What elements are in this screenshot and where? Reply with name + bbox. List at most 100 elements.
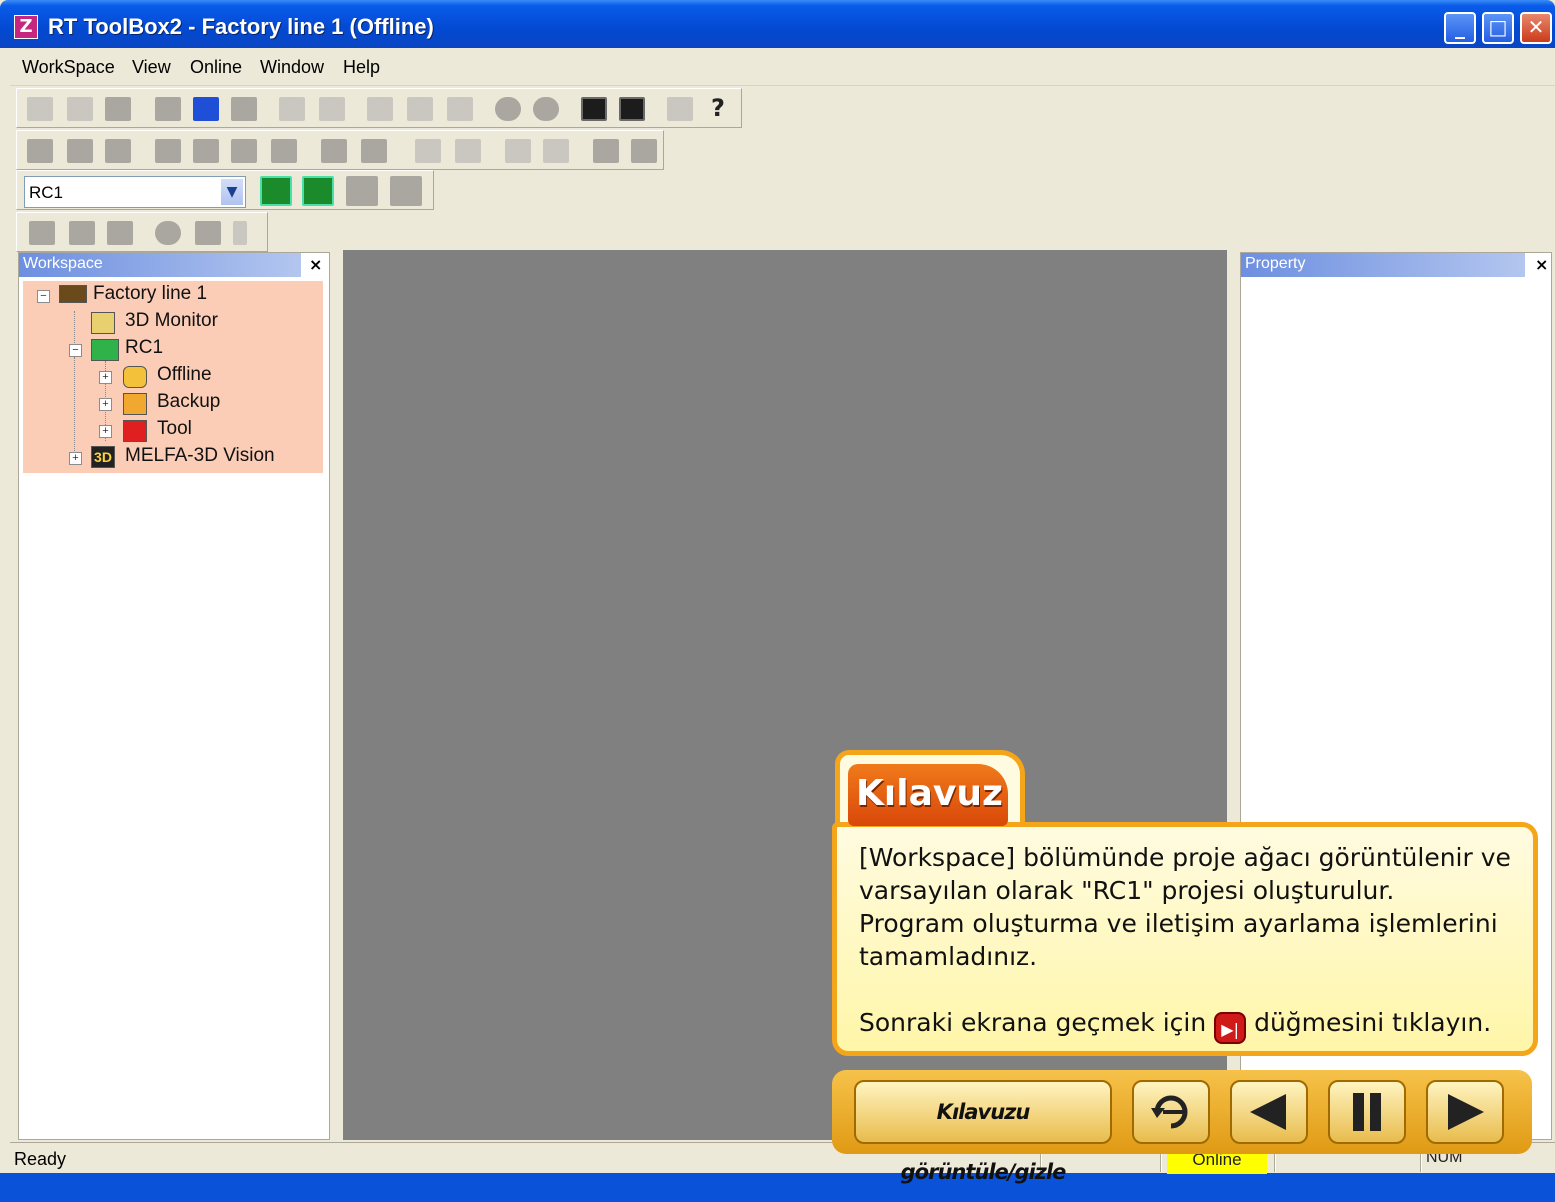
tree-item-backup[interactable]: + Backup bbox=[23, 391, 313, 417]
replace-icon[interactable] bbox=[455, 139, 481, 163]
tree-label: Tool bbox=[157, 418, 192, 439]
print-icon[interactable] bbox=[667, 97, 693, 121]
find-icon[interactable] bbox=[415, 139, 441, 163]
status-ready: Ready bbox=[14, 1149, 67, 1169]
tree-label: MELFA-3D Vision bbox=[125, 445, 275, 466]
guide-line-4: tamamladınız. bbox=[859, 942, 1038, 971]
tool-icon bbox=[123, 420, 147, 442]
grid-icon[interactable] bbox=[107, 221, 133, 245]
io-monitor-icon[interactable] bbox=[231, 97, 257, 121]
toggle-guide-button[interactable]: Kılavuzu görüntüle/gizle bbox=[854, 1080, 1112, 1184]
record-icon[interactable] bbox=[155, 221, 181, 245]
app-icon: Z bbox=[14, 15, 38, 39]
flow-icon[interactable] bbox=[69, 221, 95, 245]
expand-icon[interactable]: + bbox=[99, 425, 112, 438]
property-close-icon[interactable]: × bbox=[1535, 255, 1548, 274]
renumber-icon[interactable] bbox=[543, 139, 569, 163]
disconnect-icon[interactable] bbox=[533, 97, 559, 121]
tree-item-tool[interactable]: + Tool bbox=[23, 418, 313, 444]
zoom-search-icon[interactable] bbox=[581, 97, 607, 121]
menu-window[interactable]: Window bbox=[260, 57, 324, 78]
connect-icon[interactable] bbox=[495, 97, 521, 121]
guide-box: [Workspace] bölümünde proje ağacı görünt… bbox=[832, 822, 1538, 1056]
tree-item-melfa-vision[interactable]: + 3D MELFA-3D Vision bbox=[23, 445, 319, 471]
controller-action-icon-2[interactable] bbox=[390, 176, 422, 206]
compare-icon[interactable] bbox=[593, 139, 619, 163]
edit-controller-icon[interactable] bbox=[302, 176, 334, 206]
controller-select[interactable]: RC1 ▼ bbox=[24, 176, 246, 208]
menu-view[interactable]: View bbox=[132, 57, 171, 78]
tile-vertical-icon[interactable] bbox=[447, 97, 473, 121]
cut-icon[interactable] bbox=[155, 139, 181, 163]
property-panel-title: Property bbox=[1241, 253, 1525, 277]
previous-button[interactable] bbox=[1230, 1080, 1308, 1144]
new-file-icon[interactable] bbox=[27, 139, 53, 163]
project-tree: − Factory line 1 3D Monitor − RC1 + Offl… bbox=[23, 281, 323, 473]
stop-icon[interactable] bbox=[195, 221, 221, 245]
help-icon[interactable]: ? bbox=[705, 96, 731, 121]
expand-icon[interactable]: + bbox=[99, 398, 112, 411]
guide-control-bar: Kılavuzu görüntüle/gizle bbox=[832, 1070, 1532, 1184]
copy-icon[interactable] bbox=[193, 139, 219, 163]
close-button[interactable]: ✕ bbox=[1520, 12, 1552, 44]
edit-document-icon[interactable] bbox=[67, 97, 93, 121]
guide-text: [Workspace] bölümünde proje ağacı görünt… bbox=[859, 841, 1529, 1044]
guide-line-5-start: Sonraki ekrana geçmek için bbox=[859, 1008, 1207, 1037]
tree-item-rc1[interactable]: − RC1 bbox=[23, 337, 313, 363]
tree-label: Factory line 1 bbox=[93, 283, 208, 304]
redo-icon[interactable] bbox=[361, 139, 387, 163]
workspace-panel-title: Workspace bbox=[19, 253, 301, 277]
guide-line-5: Sonraki ekrana geçmek için ▶| düğmesini … bbox=[859, 1006, 1529, 1044]
tree-item-3d-monitor[interactable]: 3D Monitor bbox=[23, 310, 313, 336]
toolbar-run bbox=[16, 212, 268, 252]
tile-horizontal-icon[interactable] bbox=[407, 97, 433, 121]
open-folder-icon[interactable] bbox=[67, 139, 93, 163]
expand-icon[interactable]: + bbox=[69, 452, 82, 465]
toolbar-edit bbox=[16, 130, 664, 170]
position-icon[interactable] bbox=[505, 139, 531, 163]
save-icon[interactable] bbox=[105, 139, 131, 163]
guide-line-1: [Workspace] bölümünde proje ağacı görünt… bbox=[859, 843, 1511, 872]
menu-workspace[interactable]: WorkSpace bbox=[22, 57, 115, 78]
minimize-button[interactable]: _ bbox=[1444, 12, 1476, 44]
monitor-icon[interactable] bbox=[155, 97, 181, 121]
tree-item-factory[interactable]: − Factory line 1 bbox=[23, 283, 313, 309]
guide-title: Kılavuz bbox=[848, 764, 1008, 826]
restart-icon bbox=[1151, 1095, 1188, 1129]
new-document-icon[interactable] bbox=[27, 97, 53, 121]
delete-icon[interactable] bbox=[271, 139, 297, 163]
tree-item-offline[interactable]: + Offline bbox=[23, 364, 313, 390]
controller-icon bbox=[91, 339, 119, 361]
next-button[interactable] bbox=[1426, 1080, 1504, 1144]
parameter-list-icon[interactable] bbox=[319, 97, 345, 121]
refresh-icon[interactable] bbox=[260, 176, 292, 206]
chevron-down-icon[interactable]: ▼ bbox=[220, 178, 244, 206]
pause-button[interactable] bbox=[1328, 1080, 1406, 1144]
signal-monitor-icon[interactable] bbox=[193, 97, 219, 121]
pause-icon[interactable] bbox=[233, 221, 247, 245]
app-window: Z RT ToolBox2 - Factory line 1 (Offline)… bbox=[0, 0, 1555, 1184]
merge-icon[interactable] bbox=[631, 139, 657, 163]
menu-help[interactable]: Help bbox=[343, 57, 380, 78]
toolbar-main: ? bbox=[16, 88, 742, 128]
previous-icon bbox=[1250, 1094, 1286, 1130]
controller-action-icon-1[interactable] bbox=[346, 176, 378, 206]
maximize-button[interactable]: □ bbox=[1482, 12, 1514, 44]
undo-icon[interactable] bbox=[321, 139, 347, 163]
vision-icon: 3D bbox=[91, 446, 115, 468]
parameter-icon[interactable] bbox=[279, 97, 305, 121]
restart-button[interactable] bbox=[1132, 1080, 1210, 1144]
controller-select-value: RC1 bbox=[29, 183, 64, 202]
window-title: RT ToolBox2 - Factory line 1 (Offline) bbox=[48, 14, 434, 39]
program-icon[interactable] bbox=[105, 97, 131, 121]
menu-online[interactable]: Online bbox=[190, 57, 242, 78]
step-icon[interactable] bbox=[29, 221, 55, 245]
cascade-window-icon[interactable] bbox=[367, 97, 393, 121]
expand-icon[interactable]: + bbox=[99, 371, 112, 384]
title-bar[interactable]: Z RT ToolBox2 - Factory line 1 (Offline)… bbox=[0, 0, 1555, 48]
zoom-fit-icon[interactable] bbox=[619, 97, 645, 121]
paste-icon[interactable] bbox=[231, 139, 257, 163]
workspace-close-icon[interactable]: × bbox=[309, 255, 322, 274]
collapse-icon[interactable]: − bbox=[37, 290, 50, 303]
collapse-icon[interactable]: − bbox=[69, 344, 82, 357]
